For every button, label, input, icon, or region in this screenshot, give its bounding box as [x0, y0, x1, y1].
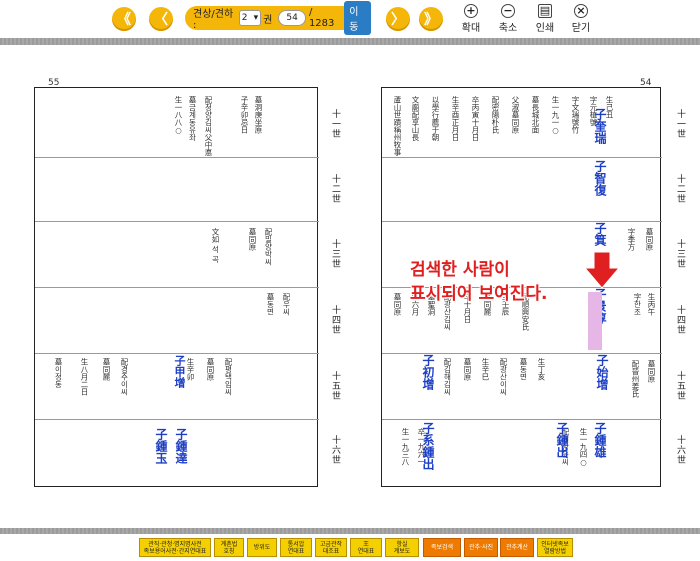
search-hint-label: 견상/견하 :	[193, 9, 234, 31]
last-page-button[interactable]: 》	[419, 7, 443, 31]
kinship-button[interactable]: 계촌법 호칭	[214, 538, 244, 557]
name-gap-jeung: 子甲增	[173, 355, 186, 388]
name-jong-dal: 子鍾達	[174, 428, 188, 464]
left-generation-column: 十一世 十二世 十三世 十四世 十五世 十六世	[330, 109, 340, 465]
right-arrow-icon: 〉	[391, 12, 405, 28]
annotation-text: 검색한 사람이 표시되어 보여진다.	[410, 260, 548, 304]
volume-label: 권	[263, 14, 273, 26]
double-left-arrow-icon: 《	[117, 12, 131, 28]
search-highlight	[588, 292, 602, 350]
name-gyu-seo: 子奎瑞	[593, 108, 607, 144]
close-button[interactable]: × 닫기	[563, 4, 599, 34]
compass-button[interactable]: 방위도	[247, 538, 277, 557]
total-pages: / 1283	[308, 7, 335, 29]
timeline-button[interactable]: 통서압 연대표	[280, 538, 312, 557]
genealogy-viewer: 《 〈 견상/견하 : 2 ▾ 권 54 / 1283 이동 〉 》 + 확대 −…	[0, 0, 700, 561]
name-jong-chul-adopted: 子系鍾出	[421, 422, 435, 470]
name-cho-jeung: 子初增	[421, 354, 435, 390]
name-jong-chul: 子鍾出	[555, 422, 569, 458]
name-jong-ok: 子鍾玉	[154, 428, 168, 464]
top-band	[0, 38, 700, 45]
online-guide-button[interactable]: 인터넷족보 열람방법	[537, 538, 573, 557]
zoom-in-icon: +	[464, 4, 478, 18]
first-page-button[interactable]: 《	[112, 7, 136, 31]
dictionary-button[interactable]: 관직·관청·명지명사전 족보용어사전·간지연대표	[139, 538, 211, 557]
volume-select[interactable]: 2 ▾	[238, 10, 262, 26]
left-page: 配청양김씨父中悳 墓금계동유좌 生一八八○ 子辛卯忌日 墓洞庚坐原 配밀양박씨 …	[34, 87, 319, 487]
name-si-jeung: 子始增	[595, 354, 609, 390]
next-page-button[interactable]: 〉	[386, 7, 410, 31]
calculator-button[interactable]: 관추계산	[500, 538, 534, 557]
prev-page-button[interactable]: 〈	[149, 7, 173, 31]
print-button[interactable]: ▤ 인쇄	[527, 4, 563, 34]
chevron-down-icon: ▾	[253, 13, 259, 23]
double-right-arrow-icon: 》	[424, 12, 438, 28]
page-navigator: 견상/견하 : 2 ▾ 권 54 / 1283 이동	[185, 1, 372, 35]
top-toolbar: 《 〈 견상/견하 : 2 ▾ 권 54 / 1283 이동 〉 》 + 확대 −…	[0, 0, 700, 38]
zoom-out-icon: −	[501, 4, 515, 18]
name-jong-ung: 子鍾雄	[593, 422, 607, 458]
page-number-input[interactable]: 54	[278, 10, 306, 26]
name-ji-bok: 子智復	[593, 160, 607, 196]
title-comparison-button[interactable]: 고금관작 대조표	[315, 538, 347, 557]
left-arrow-icon: 〈	[154, 12, 168, 28]
photos-button[interactable]: 관추·사진	[464, 538, 498, 557]
zoom-out-button[interactable]: − 축소	[490, 4, 526, 34]
king-timeline-button[interactable]: 王 연대표	[350, 538, 382, 557]
zoom-in-button[interactable]: + 확대	[453, 4, 489, 34]
printer-icon: ▤	[538, 4, 552, 18]
red-down-arrow-icon	[585, 252, 619, 288]
genealogy-search-button[interactable]: 족보검색	[423, 538, 461, 557]
close-icon: ×	[574, 4, 588, 18]
bottom-toolbar: 관직·관청·명지명사전 족보용어사전·간지연대표 계촌법 호칭 방위도 통서압 …	[0, 534, 700, 561]
name-gi: 子箕	[593, 222, 607, 246]
royal-lineage-button[interactable]: 항실 계보도	[385, 538, 419, 557]
go-button[interactable]: 이동	[344, 1, 372, 35]
right-generation-column: 十一世 十二世 十三世 十四世 十五世 十六世	[675, 109, 685, 465]
